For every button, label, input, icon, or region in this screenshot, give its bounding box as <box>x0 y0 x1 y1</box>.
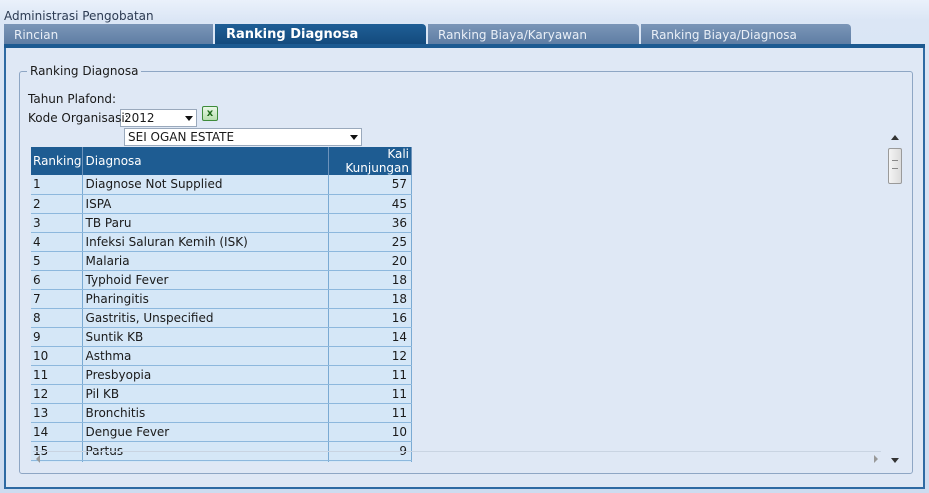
cell-kali-kunjungan: 25 <box>328 232 413 252</box>
group-legend: Ranking Diagnosa <box>30 64 139 78</box>
cell-ranking: 6 <box>31 270 83 290</box>
cell-diagnosa: Malaria <box>82 251 329 271</box>
kode-organisasi-label: Kode Organisasi: <box>28 111 129 125</box>
cell-diagnosa: Typhoid Fever <box>82 270 329 290</box>
cell-kali-kunjungan: 16 <box>328 308 413 328</box>
cell-ranking: 13 <box>31 403 83 423</box>
cell-ranking: 9 <box>31 327 83 347</box>
cell-ranking: 7 <box>31 289 83 309</box>
tab-ranking-diagnosa[interactable]: Ranking Diagnosa <box>215 24 426 45</box>
cell-ranking: 2 <box>31 194 83 214</box>
table-row[interactable]: 2 ISPA 45 <box>31 194 413 214</box>
cell-diagnosa: ISPA <box>82 194 329 214</box>
table-row[interactable]: 4 Infeksi Saluran Kemih (ISK) 25 <box>31 232 413 252</box>
kode-organisasi-value: SEI OGAN ESTATE <box>128 130 235 144</box>
tahun-plafond-select[interactable]: 2012 <box>120 109 197 127</box>
cell-diagnosa: Suntik KB <box>82 327 329 347</box>
tab-content: Ranking Diagnosa Tahun Plafond: 2012 x K… <box>4 48 925 489</box>
ranking-diagnosa-group: Ranking Diagnosa Tahun Plafond: 2012 x K… <box>19 64 913 474</box>
scroll-down-icon[interactable] <box>891 458 899 463</box>
cell-diagnosa: Diagnose Not Supplied <box>82 175 329 195</box>
table-row[interactable]: 5 Malaria 20 <box>31 251 413 271</box>
cell-ranking: 4 <box>31 232 83 252</box>
cell-ranking: 11 <box>31 365 83 385</box>
cell-diagnosa: Bronchitis <box>82 403 329 423</box>
cell-diagnosa: Asthma <box>82 346 329 366</box>
column-header-kali-kunjungan[interactable]: Kali Kunjungan <box>328 147 413 175</box>
cell-ranking: 3 <box>31 213 83 233</box>
cell-kali-kunjungan: 11 <box>328 384 413 404</box>
tab-rincian[interactable]: Rincian <box>4 24 213 45</box>
cell-ranking: 5 <box>31 251 83 271</box>
cell-kali-kunjungan: 36 <box>328 213 413 233</box>
cell-kali-kunjungan: 57 <box>328 175 413 195</box>
cell-diagnosa: Pil KB <box>82 384 329 404</box>
table-row[interactable]: 1 Diagnose Not Supplied 57 <box>31 175 413 195</box>
app-title: Administrasi Pengobatan <box>4 9 154 23</box>
horizontal-scrollbar[interactable] <box>33 451 881 465</box>
scroll-left-icon[interactable] <box>36 455 40 463</box>
cell-ranking: 1 <box>31 175 83 195</box>
table-row[interactable]: 7 Pharingitis 18 <box>31 289 413 309</box>
cell-ranking: 10 <box>31 346 83 366</box>
vertical-scrollbar[interactable] <box>888 130 902 465</box>
table-row[interactable]: 12 Pil KB 11 <box>31 384 413 404</box>
table-row[interactable]: 8 Gastritis, Unspecified 16 <box>31 308 413 328</box>
chevron-down-icon <box>350 135 358 140</box>
cell-diagnosa: Pharingitis <box>82 289 329 309</box>
tab-ranking-biaya-karyawan[interactable]: Ranking Biaya/Karyawan <box>428 24 639 45</box>
cell-kali-kunjungan: 20 <box>328 251 413 271</box>
column-header-ranking[interactable]: Ranking <box>31 147 83 175</box>
cell-kali-kunjungan: 18 <box>328 270 413 290</box>
cell-ranking: 8 <box>31 308 83 328</box>
table-row[interactable]: 9 Suntik KB 14 <box>31 327 413 347</box>
cell-kali-kunjungan: 11 <box>328 403 413 423</box>
scroll-up-icon[interactable] <box>891 135 899 140</box>
table-row[interactable]: 10 Asthma 12 <box>31 346 413 366</box>
grid-body: 1 Diagnose Not Supplied 57 2 ISPA 45 3 TB Paru 3… <box>31 175 413 462</box>
cell-kali-kunjungan: 11 <box>328 365 413 385</box>
cell-diagnosa: Dengue Fever <box>82 422 329 442</box>
tab-bar: Rincian Ranking Diagnosa Ranking Biaya/K… <box>4 24 925 45</box>
cell-diagnosa: Infeksi Saluran Kemih (ISK) <box>82 232 329 252</box>
cell-diagnosa: TB Paru <box>82 213 329 233</box>
cell-kali-kunjungan: 10 <box>328 422 413 442</box>
tab-ranking-biaya-diagnosa[interactable]: Ranking Biaya/Diagnosa <box>641 24 851 45</box>
column-header-diagnosa[interactable]: Diagnosa <box>82 147 329 175</box>
table-row[interactable]: 3 TB Paru 36 <box>31 213 413 233</box>
cell-kali-kunjungan: 14 <box>328 327 413 347</box>
table-row[interactable]: 14 Dengue Fever 10 <box>31 422 413 442</box>
table-row[interactable]: 13 Bronchitis 11 <box>31 403 413 423</box>
cell-diagnosa: Gastritis, Unspecified <box>82 308 329 328</box>
cell-kali-kunjungan: 12 <box>328 346 413 366</box>
cell-diagnosa: Presbyopia <box>82 365 329 385</box>
cell-kali-kunjungan: 45 <box>328 194 413 214</box>
scroll-thumb[interactable] <box>888 148 902 184</box>
ranking-grid-viewport: Ranking Diagnosa Kali Kunjungan 1 Diagnos… <box>31 147 414 462</box>
cell-ranking: 12 <box>31 384 83 404</box>
excel-export-icon[interactable]: x <box>202 106 218 121</box>
grid-header-row: Ranking Diagnosa Kali Kunjungan <box>31 147 413 175</box>
cell-ranking: 14 <box>31 422 83 442</box>
cell-kali-kunjungan: 18 <box>328 289 413 309</box>
grip-icon <box>892 160 898 169</box>
kode-organisasi-select[interactable]: SEI OGAN ESTATE <box>124 128 362 146</box>
table-row[interactable]: 6 Typhoid Fever 18 <box>31 270 413 290</box>
tahun-plafond-label: Tahun Plafond: <box>28 92 117 106</box>
chevron-down-icon <box>185 116 193 121</box>
scroll-right-icon[interactable] <box>874 455 878 463</box>
ranking-grid: Ranking Diagnosa Kali Kunjungan 1 Diagnos… <box>31 147 413 462</box>
table-row[interactable]: 11 Presbyopia 11 <box>31 365 413 385</box>
